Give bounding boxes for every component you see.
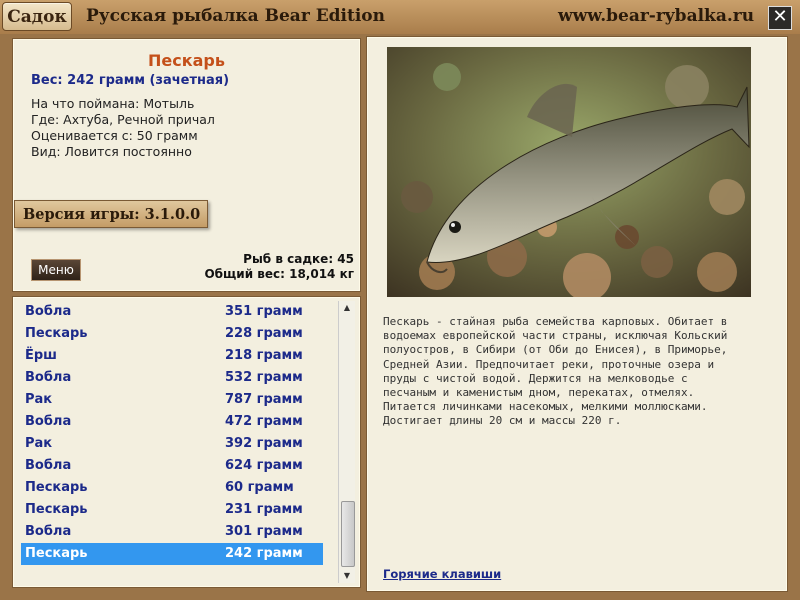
title-bar: Садок Русская рыбалка Bear Edition www.b… [0,0,800,34]
arrow-up-icon[interactable]: ▲ [339,301,355,315]
list-item-name: Ёрш [25,348,57,363]
description-line: песчаным и каменистым дном, перекатах, о… [383,386,695,400]
scroll-thumb[interactable] [341,501,355,567]
fish-name: Пескарь [148,51,225,70]
version-banner: Версия игры: 3.1.0.0 [14,200,208,228]
list-item-weight: 218 грамм [225,348,303,363]
list-item[interactable]: Вобла 351 грамм [21,301,323,323]
list-item[interactable]: Вобла 472 грамм [21,411,323,433]
catch-list: Вобла 351 грамм Пескарь 228 грамм Ёрш 218 гра… [21,301,323,583]
description-line: пруды с чистой водой. Держится на мелков… [383,371,688,385]
list-item[interactable]: Вобла 624 грамм [21,455,323,477]
fish-weight: Вес: 242 грамм (зачетная) [31,73,230,88]
tab-sadok[interactable]: Садок [2,2,72,31]
description-line: Средней Азии. Предпочитает реки, проточн… [383,357,715,371]
list-item-weight: 392 грамм [225,436,303,451]
fish-detail-panel: Пескарь - стайная рыба семейства карповы… [366,36,788,592]
menu-button[interactable]: Меню [31,259,81,281]
catch-list-panel: Вобла 351 грамм Пескарь 228 грамм Ёрш 218 гра… [12,296,361,588]
list-item-name: Вобла [25,524,72,539]
description-line: Пескарь - стайная рыба семейства карповы… [383,315,728,328]
fish-description: Пескарь - стайная рыба семейства карповы… [383,315,735,429]
list-item-name: Вобла [25,304,72,319]
list-item-weight: 60 грамм [225,480,294,495]
list-item[interactable]: Рак 392 грамм [21,433,323,455]
list-item-weight: 231 грамм [225,502,303,517]
list-item-name: Рак [25,436,53,451]
list-item-weight: 787 грамм [225,392,303,407]
arrow-down-icon[interactable]: ▼ [339,569,355,583]
list-item[interactable]: Ёрш 218 грамм [21,345,323,367]
total-weight: Общий вес: 18,014 кг [204,267,354,281]
fish-bait: На что поймана: Мотыль [31,96,195,111]
list-item[interactable]: Пескарь 60 грамм [21,477,323,499]
close-button[interactable]: ✕ [768,6,792,30]
fish-kind: Вид: Ловится постоянно [31,144,192,159]
list-item[interactable]: Рак 787 грамм [21,389,323,411]
description-line: Питается личинками насекомых, мелкими мо… [383,400,708,414]
list-item-name: Вобла [25,458,72,473]
list-item-name: Пескарь [25,326,88,341]
list-item-name: Пескарь [25,502,88,517]
list-item-name: Рак [25,392,53,407]
close-icon: ✕ [772,6,788,27]
hotkeys-link[interactable]: Горячие клавиши [383,567,501,581]
list-item-name: Пескарь [25,480,88,495]
list-item[interactable]: Пескарь 228 грамм [21,323,323,345]
list-item[interactable]: Вобла 532 грамм [21,367,323,389]
list-item-weight: 472 грамм [225,414,303,429]
fish-info-panel: Пескарь Вес: 242 грамм (зачетная) На что… [12,38,361,292]
app-title: Русская рыбалка Bear Edition [86,6,386,26]
list-item-name: Вобла [25,414,72,429]
list-item-weight: 624 грамм [225,458,303,473]
site-url: www.bear-rybalka.ru [558,6,755,26]
list-item-weight: 532 грамм [225,370,303,385]
list-item[interactable]: Вобла 301 грамм [21,521,323,543]
list-item-name: Пескарь [25,546,88,561]
description-line: полуостров, в Сибири (от Оби до Енисея),… [383,343,728,357]
fish-rated-from: Оценивается с: 50 грамм [31,128,198,143]
list-item-weight: 228 грамм [225,326,303,341]
fish-location: Где: Ахтуба, Речной причал [31,112,215,127]
description-line: Достигает длины 20 см и массы 220 г. [383,414,622,428]
list-item-weight: 351 грамм [225,304,303,319]
fish-photo [387,47,751,297]
list-item-weight: 242 грамм [225,546,303,561]
fish-count: Рыб в садке: 45 [243,252,354,266]
list-item-name: Вобла [25,370,72,385]
list-item-weight: 301 грамм [225,524,303,539]
list-item[interactable]: Пескарь 231 грамм [21,499,323,521]
description-line: водоемах европейской части страны, исклю… [383,329,728,343]
scrollbar[interactable]: ▲ ▼ [338,301,355,583]
list-item[interactable]: Пескарь 242 грамм [21,543,323,565]
